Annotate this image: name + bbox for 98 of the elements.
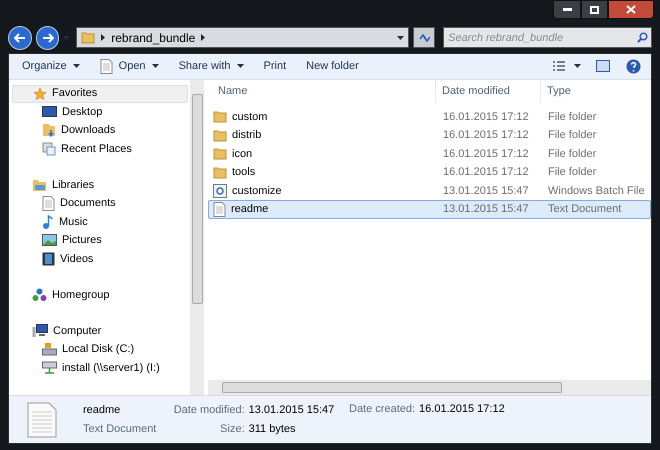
star-icon [33,86,47,100]
file-row[interactable]: readme 13.01.2015 15:47 Text Document [208,200,651,218]
caret-icon [574,64,581,68]
refresh-button[interactable] [413,27,436,48]
music-note-icon [42,214,54,229]
address-bar[interactable]: rebrand_bundle [76,27,410,48]
disk-drive-icon [42,342,57,356]
file-row[interactable]: distrib 16.01.2015 17:12 File folder [208,126,651,144]
nav-group-header[interactable]: Favorites [12,84,188,102]
folder-icon [213,110,227,124]
folder-icon [213,147,227,160]
date-cell-text: 16.01.2015 17:12 [442,110,530,124]
network-drive-icon [42,360,57,375]
back-arrow-icon [14,32,26,42]
nav-group-header[interactable]: Libraries [12,176,188,194]
nav-item[interactable]: Pictures [12,231,188,250]
toolbar-button[interactable]: Share with [170,55,253,77]
library-folder-icon [32,178,47,192]
detail-label: Size: [219,422,245,437]
nav-group-header[interactable]: Homegroup [12,286,188,304]
file-name: icon [232,146,252,162]
toolbar-button[interactable]: Organize [13,55,89,77]
caret-icon [397,36,404,40]
sidebar-scrollbar[interactable] [190,80,204,395]
text-document-icon [27,402,57,438]
detail-label: Date created: [349,402,416,417]
nav-item[interactable]: Recent Places [12,140,188,158]
refresh-icon [418,32,430,42]
toolbar-button[interactable]: Print [254,55,296,77]
nav-item[interactable]: install (\\server1) (I:) [12,358,188,377]
list-view-icon [552,60,566,72]
homegroup-icon [32,288,47,302]
pane-icon [596,60,610,72]
type-cell-text: File folder [547,128,596,143]
file-name: readme [83,402,122,418]
forward-arrow-icon [42,32,54,42]
file-row[interactable]: customize 13.01.2015 15:47 Windows Batch File [208,182,651,200]
help-icon [626,58,640,74]
detail-value: 16.01.2015 17:12 [419,402,505,417]
recent-places-icon [42,142,56,156]
folder-icon [213,128,227,142]
notepad-icon [100,58,113,74]
maximize-button[interactable] [581,0,608,19]
detail-value: 311 bytes [248,422,297,437]
file-name: customize [232,184,282,198]
file-type: Text Document [83,422,158,437]
horizontal-scrollbar[interactable] [208,380,651,395]
file-name: distrib [232,128,262,143]
folder-icon [213,166,227,179]
type-cell-text: Text Document [547,202,622,217]
search-field[interactable]: Search rebrand_bundle [443,27,652,48]
file-row[interactable]: custom 16.01.2015 17:12 File folder [208,108,651,126]
toolbar-button[interactable]: Open [90,55,168,77]
file-name: readme [231,202,268,217]
detail-label: Date modified: [172,402,245,418]
file-row[interactable]: icon 16.01.2015 17:12 File folder [208,144,651,163]
date-cell-text: 13.01.2015 15:47 [442,184,530,198]
minimize-button[interactable] [553,0,581,19]
file-name: tools [232,165,256,180]
monitor-icon [42,106,57,118]
detail-value: 13.01.2015 15:47 [248,402,336,418]
type-cell-text: File folder [547,146,596,162]
nav-item[interactable]: Desktop [12,102,188,121]
date-cell-text: 16.01.2015 17:12 [442,165,530,180]
chevron-icon [101,34,106,41]
date-cell-text: 16.01.2015 17:12 [442,146,530,162]
type-cell-text: Windows Batch File [547,184,645,198]
text-document-icon [213,202,226,217]
back-button[interactable] [8,26,32,50]
nav-item[interactable]: Music [12,212,188,231]
column-header[interactable]: Date modified [436,80,541,102]
folder-arrow-icon [42,123,56,138]
folder-icon [81,31,96,44]
type-cell-text: File folder [547,165,596,180]
nav-item[interactable]: Local Disk (C:) [12,340,188,358]
file-row[interactable]: tools 16.01.2015 17:12 File folder [208,163,651,182]
date-cell-text: 16.01.2015 17:12 [442,128,530,143]
film-icon [42,252,55,266]
nav-item[interactable]: Documents [12,194,188,212]
close-button[interactable] [608,0,654,19]
file-name: custom [232,110,268,124]
nav-group-header[interactable]: Computer [12,322,188,340]
date-cell-text: 13.01.2015 15:47 [442,202,530,217]
close-icon [626,5,636,14]
type-cell-text: File folder [547,110,596,124]
caret-icon [63,36,70,40]
column-header[interactable]: Type [541,80,651,102]
picture-icon [42,234,57,246]
column-header[interactable]: Name [208,80,436,102]
document-icon [42,196,55,211]
toolbar-button[interactable]: New folder [297,55,368,77]
computer-icon [32,324,48,338]
search-icon [636,32,648,43]
nav-item[interactable]: Videos [12,250,188,268]
breadcrumb[interactable]: rebrand_bundle [111,28,196,46]
chevron-icon [201,34,206,41]
forward-button[interactable] [36,26,60,50]
nav-item[interactable]: Downloads [12,121,188,140]
